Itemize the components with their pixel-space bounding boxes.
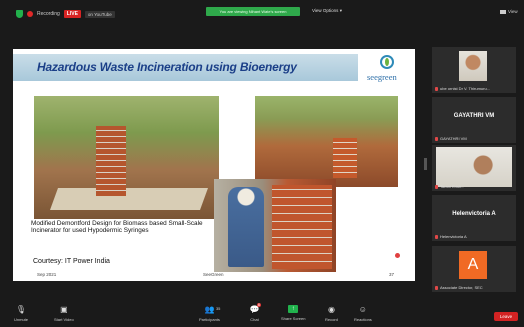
live-badge[interactable]: LIVE [63, 10, 81, 18]
incinerator-photo-3 [214, 179, 336, 272]
leaf-logo-icon [380, 55, 394, 69]
slide-title-bar: Hazardous Waste Incineration using Bioen… [13, 54, 358, 81]
top-bar: Recording LIVE on YouTube You are viewin… [0, 0, 524, 28]
security-shield-icon[interactable] [16, 10, 23, 18]
seegreen-logo: seegreen [365, 53, 411, 87]
participant-tile[interactable]: Helenvictoria A Helenvictoria A [432, 195, 516, 241]
slide-footer-center: SeeGreen [203, 272, 224, 277]
recording-dot-icon [27, 11, 33, 17]
muted-mic-icon [435, 86, 438, 91]
participant-name: ube ornist Dr V. Thirumuru... [440, 86, 491, 91]
slide-caption: Modified Demontford Design for Biomass b… [31, 220, 203, 235]
recording-label: Recording [37, 11, 60, 17]
incinerator-photo-1 [34, 96, 219, 219]
slide-courtesy: Courtesy: IT Power India [33, 258, 110, 265]
participant-tile[interactable]: Tarani Krish... [432, 145, 516, 191]
slide-title: Hazardous Waste Incineration using Bioen… [37, 60, 297, 74]
leave-button[interactable]: Leave [494, 312, 518, 321]
panel-resize-handle[interactable] [424, 158, 427, 170]
youtube-stream-button[interactable]: on YouTube [84, 10, 115, 18]
participant-name: GAYATHRI VM [440, 136, 467, 141]
avatar: A [459, 251, 487, 279]
laser-pointer-dot [395, 253, 400, 258]
incinerator-photo-2 [255, 96, 398, 187]
participant-display-name: GAYATHRI VM [453, 113, 495, 119]
participant-video [459, 51, 487, 81]
muted-mic-icon [435, 285, 438, 290]
record-button[interactable]: ◉ Record [325, 305, 338, 322]
participant-name: Tarani Krish... [440, 184, 465, 189]
participants-button[interactable]: 👥 35 Participants [199, 305, 220, 322]
participants-icon: 👥 35 [204, 305, 221, 314]
slide-footer-date: Sep 2021 [37, 272, 57, 277]
chat-button[interactable]: 💬 6 Chat [249, 303, 261, 322]
video-camera-off-icon: ▣ [60, 305, 68, 314]
shared-screen-slide: Hazardous Waste Incineration using Bioen… [13, 49, 415, 281]
participant-name: Helenvictoria A [440, 234, 467, 239]
participant-tile[interactable]: ube ornist Dr V. Thirumuru... [432, 47, 516, 93]
viewing-screen-banner: You are viewing Nihant Wate's screen [206, 7, 300, 16]
participant-display-name: Helenvictoria A [452, 211, 496, 217]
chat-unread-badge: 6 [257, 303, 261, 307]
unmute-button[interactable]: 🎙 Unmute [14, 305, 28, 322]
record-icon: ◉ [327, 305, 335, 314]
participant-tile[interactable]: A Associate Director, SEC [432, 246, 516, 292]
view-options-button[interactable]: View Options ▾ [312, 8, 342, 14]
start-video-button[interactable]: ▣ Start Video [54, 305, 74, 322]
view-button[interactable]: View [500, 9, 518, 14]
reactions-button[interactable]: ☺ Reactions [354, 305, 372, 322]
recording-status: Recording LIVE on YouTube [16, 10, 115, 18]
smiley-icon: ☺ [358, 305, 367, 314]
share-screen-button[interactable]: ↑ Share Screen [281, 305, 305, 321]
participant-name: Associate Director, SEC [440, 285, 483, 290]
microphone-muted-icon: 🎙 [15, 305, 27, 314]
muted-mic-icon [435, 184, 438, 189]
participant-count: 35 [215, 306, 221, 311]
participant-video [436, 147, 512, 187]
gallery-view-icon [500, 9, 506, 14]
meeting-toolbar: 🎙 Unmute ▣ Start Video 👥 35 Participants … [0, 300, 524, 327]
muted-mic-icon [435, 136, 438, 141]
slide-page-number: 37 [389, 272, 395, 277]
share-screen-icon: ↑ [288, 305, 299, 313]
participant-tile[interactable]: GAYATHRI VM GAYATHRI VM [432, 97, 516, 143]
muted-mic-icon [435, 234, 438, 239]
chat-bubble-icon: 💬 6 [249, 303, 261, 314]
